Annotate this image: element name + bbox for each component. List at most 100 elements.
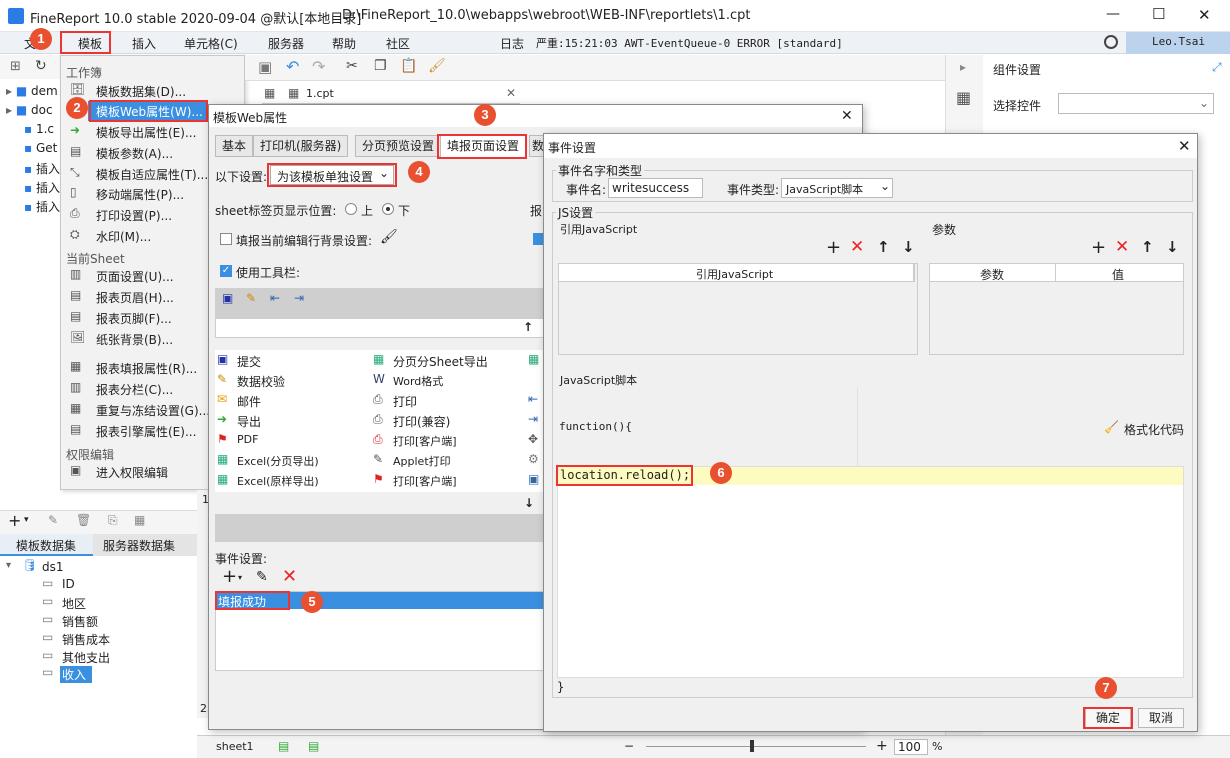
tree-item[interactable]: ▪ Get	[24, 141, 57, 155]
zoom-slider[interactable]	[646, 746, 866, 747]
add-ref-icon[interactable]: +	[826, 237, 841, 258]
edit-icon[interactable]: ✎	[48, 513, 58, 527]
minimize-button[interactable]: —	[1106, 6, 1120, 22]
collapse-icon[interactable]: ▸	[960, 60, 966, 74]
undo-icon[interactable]: ↶	[286, 57, 299, 76]
title-bar: FineReport 10.0 stable 2020-09-04 @默认[本地…	[0, 0, 1230, 32]
menu-help[interactable]: 帮助	[332, 35, 356, 52]
tab-printer[interactable]: 打印机(服务器)	[253, 135, 349, 157]
delete-ref-icon[interactable]: ✕	[850, 237, 864, 257]
tab-basic[interactable]: 基本	[215, 135, 254, 157]
format-code-button[interactable]: 格式化代码	[1124, 421, 1184, 438]
tab-page-preview[interactable]: 分页预览设置	[355, 135, 442, 157]
dataset-tab-template[interactable]: 模板数据集	[0, 534, 93, 556]
highlight-setting-select	[267, 163, 397, 187]
ref-js-column: 引用JavaScript	[696, 268, 774, 281]
tree-item[interactable]: ▸ ■ dem	[6, 84, 58, 98]
menu-cell[interactable]: 单元格(C)	[184, 35, 238, 52]
delete-icon[interactable]: 🗑	[76, 513, 91, 527]
menu-section-workbook: 工作簿	[66, 66, 103, 80]
chevron-down-icon[interactable]: ▾	[24, 515, 29, 525]
printer-icon: ⎙	[373, 412, 383, 426]
delete-param-icon[interactable]: ✕	[1115, 237, 1129, 257]
expand-icon[interactable]: ▾	[6, 560, 11, 571]
toolbar-delete-icon[interactable]: ⇥	[294, 291, 304, 305]
close-dialog-button[interactable]: ✕	[841, 108, 853, 124]
user-name: Leo.Tsai	[1152, 35, 1205, 48]
paint-bucket-icon[interactable]: 🖌	[380, 229, 398, 245]
close-tab-icon[interactable]: ✕	[506, 86, 516, 100]
add-sheet-icon[interactable]: ▤	[278, 739, 289, 753]
save-icon[interactable]: ▣	[258, 58, 272, 76]
code-editor[interactable]	[557, 466, 1184, 678]
cancel-button[interactable]: 取消	[1138, 708, 1184, 728]
menu-item-dataset[interactable]: 🗄 模板数据集(D)...	[68, 81, 238, 101]
toolbar-checkbox[interactable]: ✓	[220, 265, 232, 277]
preview-icon[interactable]: ⎘	[108, 513, 118, 528]
choose-widget-select[interactable]: ⌄	[1058, 93, 1214, 114]
close-window-button[interactable]: ✕	[1198, 6, 1211, 24]
dataset-switch-icon[interactable]: ▦	[134, 513, 145, 527]
tree-item[interactable]: ▸ ■ doc	[6, 103, 53, 117]
add-dataset-icon[interactable]: +	[8, 511, 21, 530]
tree-item[interactable]: ▪ 插入	[24, 179, 60, 196]
search-icon[interactable]	[1104, 35, 1118, 49]
param-header-divider	[1055, 264, 1056, 282]
close-event-dialog-button[interactable]: ✕	[1178, 137, 1191, 155]
paste-icon[interactable]: 📋	[400, 58, 417, 74]
window-title: FineReport 10.0 stable 2020-09-04 @默认[本地…	[30, 12, 362, 27]
event-type-select[interactable]: JavaScript脚本 ⌄	[781, 178, 893, 198]
menu-insert[interactable]: 插入	[132, 35, 156, 52]
value-column: 值	[1112, 268, 1125, 282]
param-up-icon[interactable]: ↑	[1141, 238, 1154, 256]
radio-down[interactable]	[382, 203, 394, 215]
bg-checkbox[interactable]	[220, 233, 232, 245]
log-label[interactable]: 日志	[500, 35, 524, 52]
database-icon: 🗄	[70, 82, 86, 96]
dataset-tab-server[interactable]: 服务器数据集	[93, 534, 197, 556]
zoom-slider-thumb[interactable]	[750, 740, 754, 752]
move-down-icon[interactable]: ↓	[524, 496, 534, 510]
delete-event-icon[interactable]: ✕	[282, 566, 297, 587]
broom-icon[interactable]: 🧹	[1104, 420, 1119, 434]
event-name-label: 事件名:	[566, 183, 607, 197]
maximize-button[interactable]: ☐	[1152, 5, 1165, 23]
tree-item[interactable]: ▪ 插入	[24, 160, 60, 177]
toolbar-insert-icon[interactable]: ⇤	[270, 291, 280, 305]
add-event-icon[interactable]: +	[222, 566, 237, 587]
event-name-input[interactable]: writesuccess	[608, 178, 703, 198]
file-tree: ▸ ■ dem ▸ ■ doc ▪ 1.c ▪ Get ▪ 插入 ▪ 插入 ▪ …	[0, 80, 60, 490]
editor-tab[interactable]: ▦ ▦ 1.cpt ✕	[262, 84, 520, 104]
format-brush-icon[interactable]: 🖌	[428, 58, 446, 74]
ref-up-icon[interactable]: ↑	[877, 238, 890, 256]
cell-attr-icon[interactable]: ▦	[956, 88, 971, 107]
toolbar-save-icon[interactable]: ▣	[222, 291, 233, 305]
cut-icon[interactable]: ✂	[346, 58, 358, 74]
sheet-tab[interactable]: sheet1	[216, 740, 254, 753]
zoom-out-button[interactable]: −	[624, 739, 634, 753]
tree-item[interactable]: ▪ 插入	[24, 198, 60, 215]
toolbar-pen-icon[interactable]: ✎	[246, 291, 256, 305]
move-up-icon[interactable]: ↑	[523, 320, 533, 334]
edit-event-icon[interactable]: ✎	[256, 569, 268, 585]
use-toolbar-label: 使用工具栏:	[236, 266, 301, 280]
new-icon[interactable]: ⊞	[10, 59, 21, 74]
add-form-icon[interactable]: ▤	[308, 739, 319, 753]
menu-community[interactable]: 社区	[386, 35, 410, 52]
ref-down-icon[interactable]: ↓	[902, 238, 915, 256]
refresh-icon[interactable]: ↻	[35, 58, 47, 74]
more-icon: ⇥	[528, 412, 539, 426]
dataset-node[interactable]: ds1	[42, 560, 64, 574]
step-badge-4: 4	[408, 161, 430, 183]
pin-icon[interactable]: ⤢	[1212, 60, 1222, 75]
ref-js-label: 引用JavaScript	[560, 223, 638, 236]
copy-icon[interactable]: ❐	[374, 58, 387, 74]
redo-icon[interactable]: ↷	[312, 57, 325, 76]
menu-server[interactable]: 服务器	[268, 35, 304, 52]
param-down-icon[interactable]: ↓	[1166, 238, 1179, 256]
add-param-icon[interactable]: +	[1091, 237, 1106, 258]
radio-up[interactable]	[345, 203, 357, 215]
tree-item[interactable]: ▪ 1.c	[24, 122, 54, 136]
chevron-down-icon[interactable]: ▾	[238, 573, 242, 582]
zoom-in-button[interactable]: +	[876, 738, 888, 754]
